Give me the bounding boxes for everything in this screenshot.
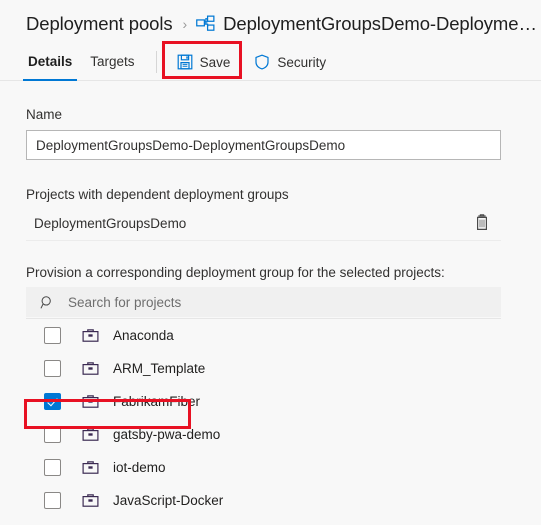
project-checkbox[interactable] bbox=[44, 459, 61, 476]
project-name: ARM_Template bbox=[113, 361, 206, 376]
project-name: Anaconda bbox=[113, 328, 174, 343]
dependent-projects-label: Projects with dependent deployment group… bbox=[26, 187, 289, 202]
breadcrumb-link-deployment-pools[interactable]: Deployment pools bbox=[26, 13, 173, 35]
list-item[interactable]: FabrikamFiber bbox=[26, 385, 501, 418]
breadcrumb-current-page: DeploymentGroupsDemo-Deployment... bbox=[223, 13, 541, 34]
security-button-label: Security bbox=[277, 54, 327, 70]
project-checkbox[interactable] bbox=[44, 492, 61, 509]
search-icon bbox=[40, 295, 51, 309]
deployment-pool-icon bbox=[196, 15, 215, 31]
project-name: JavaScript-Docker bbox=[113, 493, 224, 508]
tab-details-label: Details bbox=[28, 54, 73, 69]
search-input-placeholder: Search for projects bbox=[68, 294, 182, 310]
list-item[interactable]: iot-demo bbox=[26, 451, 501, 484]
project-name: iot-demo bbox=[113, 460, 166, 475]
tab-targets[interactable]: Targets bbox=[81, 43, 143, 81]
list-item[interactable]: Anaconda bbox=[26, 319, 501, 352]
provision-label: Provision a corresponding deployment gro… bbox=[26, 265, 445, 280]
toolbar-divider bbox=[155, 51, 157, 73]
tab-targets-label: Targets bbox=[90, 54, 135, 69]
project-checkbox[interactable] bbox=[44, 426, 61, 443]
project-name: FabrikamFiber bbox=[113, 394, 201, 409]
save-button-label: Save bbox=[199, 54, 231, 70]
project-name: gatsby-pwa-demo bbox=[113, 427, 221, 442]
project-icon bbox=[82, 362, 99, 375]
tab-details[interactable]: Details bbox=[19, 43, 81, 81]
breadcrumb-separator-icon: › bbox=[182, 16, 188, 32]
list-item[interactable]: ARM_Template bbox=[26, 352, 501, 385]
project-icon bbox=[82, 428, 99, 441]
project-icon bbox=[82, 461, 99, 474]
list-item[interactable]: gatsby-pwa-demo bbox=[26, 418, 501, 451]
save-button[interactable]: Save bbox=[171, 47, 237, 77]
project-list: Anaconda ARM_Template FabrikamFiber gats… bbox=[26, 319, 501, 517]
command-bar: Details Targets Save Security bbox=[0, 43, 541, 81]
project-icon bbox=[82, 395, 99, 408]
dependent-project-name: DeploymentGroupsDemo bbox=[34, 215, 187, 231]
project-icon bbox=[82, 329, 99, 342]
breadcrumb: Deployment pools › DeploymentGroupsDemo-… bbox=[0, 0, 541, 39]
project-checkbox[interactable] bbox=[44, 327, 61, 344]
table-row: DeploymentGroupsDemo bbox=[26, 208, 501, 241]
trash-icon[interactable] bbox=[471, 212, 493, 234]
save-icon bbox=[177, 54, 192, 70]
shield-icon bbox=[255, 54, 269, 70]
name-input[interactable] bbox=[26, 130, 501, 160]
security-button[interactable]: Security bbox=[248, 47, 332, 77]
project-checkbox[interactable] bbox=[44, 360, 61, 377]
project-icon bbox=[82, 494, 99, 507]
project-checkbox[interactable] bbox=[44, 393, 61, 410]
search-input[interactable]: Search for projects bbox=[26, 287, 501, 317]
details-panel: Name Projects with dependent deployment … bbox=[0, 107, 541, 517]
list-item[interactable]: JavaScript-Docker bbox=[26, 484, 501, 517]
name-label: Name bbox=[26, 107, 63, 122]
